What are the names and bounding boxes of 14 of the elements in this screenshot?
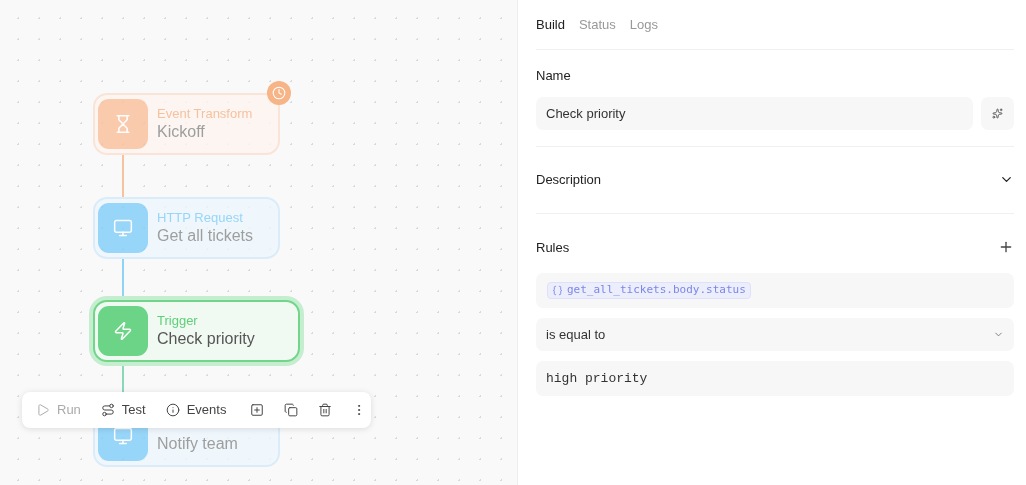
- node-title: Check priority: [157, 329, 255, 350]
- value-field[interactable]: high priority: [536, 361, 1014, 396]
- node-title: Notify team: [157, 434, 238, 454]
- field-label: Name: [536, 66, 572, 85]
- node-type: Trigger: [157, 312, 199, 330]
- node-type: Event Transform: [157, 105, 253, 123]
- node-type: HTTP Request: [157, 209, 244, 227]
- operator-select[interactable]: is equal to: [536, 318, 1014, 351]
- tab[interactable]: Build: [536, 15, 565, 35]
- name-field[interactable]: Check priority: [536, 97, 973, 130]
- section-title: Rules: [536, 238, 570, 257]
- description-section-header[interactable]: Description: [536, 147, 1014, 214]
- node-title: Get all tickets: [157, 226, 254, 247]
- node-title: Kickoff: [157, 122, 206, 143]
